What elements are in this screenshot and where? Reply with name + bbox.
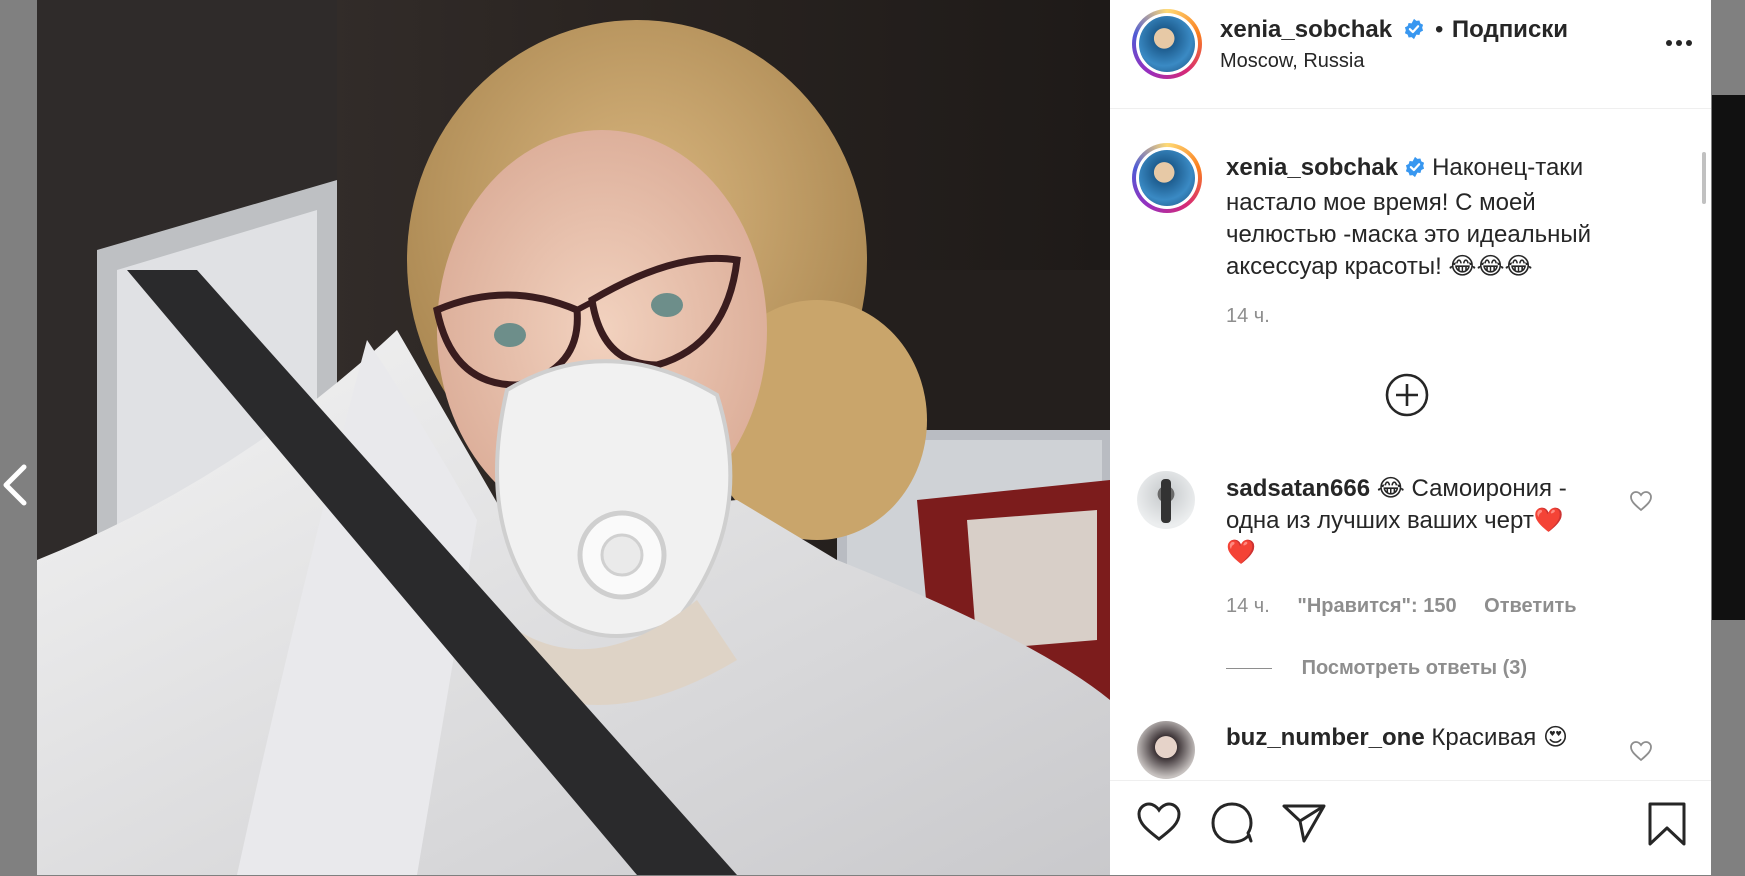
more-icon: [1666, 40, 1692, 46]
share-icon: [1282, 804, 1326, 843]
post-header: xenia_sobchak • Подписки Moscow, Russia: [1110, 0, 1711, 109]
share-button[interactable]: [1281, 801, 1327, 850]
bookmark-icon: [1648, 802, 1686, 846]
author-avatar[interactable]: [1132, 9, 1202, 79]
view-replies-button[interactable]: Посмотреть ответы (3): [1226, 657, 1527, 680]
add-comment-icon: [1385, 373, 1429, 417]
like-comment-button[interactable]: [1629, 740, 1653, 767]
heart-icon: [1630, 741, 1652, 762]
like-button[interactable]: [1136, 801, 1182, 848]
reply-button[interactable]: Ответить: [1484, 595, 1576, 617]
more-options-button[interactable]: [1664, 28, 1694, 58]
caption-author-avatar[interactable]: [1132, 143, 1202, 213]
replies-divider: [1226, 668, 1272, 670]
commenter-avatar[interactable]: [1137, 471, 1195, 529]
post-details-panel: xenia_sobchak • Подписки Moscow, Russia …: [1110, 0, 1711, 875]
post-actions-bar: [1110, 780, 1711, 876]
view-replies-label: Посмотреть ответы (3): [1301, 657, 1528, 679]
verified-icon: [1404, 155, 1426, 187]
comments-scrollbar[interactable]: [1700, 112, 1708, 672]
comment-button[interactable]: [1209, 801, 1255, 850]
follow-separator: •: [1435, 16, 1444, 43]
author-username[interactable]: xenia_sobchak: [1220, 16, 1392, 43]
caption-username[interactable]: xenia_sobchak: [1226, 154, 1398, 181]
comment-username[interactable]: sadsatan666: [1226, 475, 1370, 502]
commenter-avatar[interactable]: [1137, 721, 1195, 779]
load-more-comments-button[interactable]: [1384, 372, 1430, 418]
post-photo-illustration: [37, 0, 1110, 875]
caption: xenia_sobchak Наконец-таки настало мое вр…: [1226, 152, 1626, 328]
verified-icon: [1403, 18, 1425, 45]
comment-username[interactable]: buz_number_one: [1226, 724, 1425, 751]
post-location[interactable]: Moscow, Russia: [1220, 50, 1365, 73]
previous-post-button[interactable]: [0, 455, 34, 515]
caption-timestamp[interactable]: 14 ч.: [1226, 305, 1626, 328]
comment-icon: [1211, 802, 1253, 844]
comment-likes[interactable]: "Нравится": 150: [1297, 595, 1456, 617]
next-post-area[interactable]: [1712, 95, 1745, 620]
comment-body: sadsatan666 😂 Самоирония - одна из лучши…: [1226, 473, 1586, 569]
header-title-row: xenia_sobchak • Подписки: [1220, 16, 1568, 45]
heart-icon: [1630, 491, 1652, 512]
comments-scroll-area[interactable]: xenia_sobchak Наконец-таки настало мое вр…: [1110, 109, 1711, 780]
post-photo[interactable]: [37, 0, 1110, 875]
following-button[interactable]: Подписки: [1452, 16, 1568, 43]
comment-text: Красивая 😍: [1431, 724, 1568, 751]
chevron-left-icon: [3, 464, 27, 506]
comment-meta: 14 ч. "Нравится": 150 Ответить: [1226, 595, 1577, 618]
heart-icon: [1137, 802, 1181, 841]
comment-body: buz_number_one Красивая 😍: [1226, 722, 1586, 754]
comment-timestamp[interactable]: 14 ч.: [1226, 595, 1270, 617]
save-button[interactable]: [1646, 801, 1688, 852]
like-comment-button[interactable]: [1629, 490, 1653, 517]
